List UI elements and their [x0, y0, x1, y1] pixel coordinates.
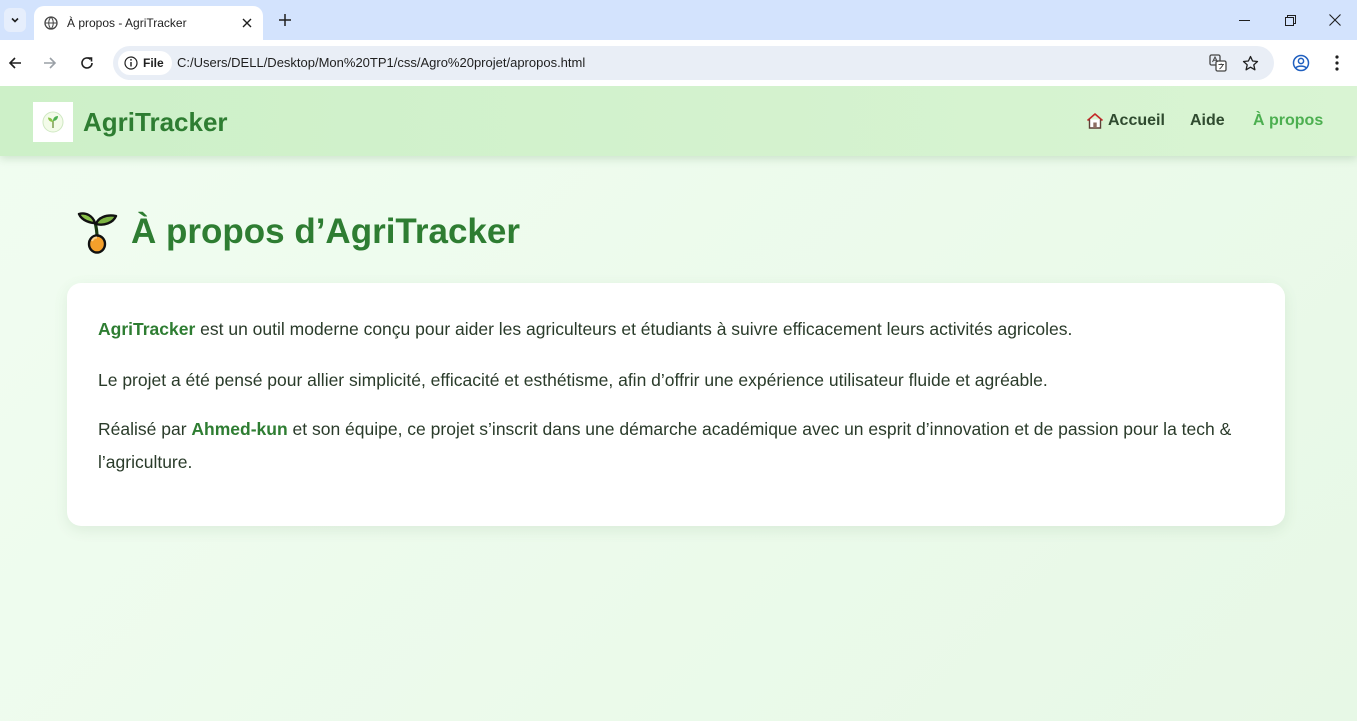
- minimize-icon: [1238, 19, 1250, 21]
- plus-icon: [279, 14, 291, 26]
- site-info-chip[interactable]: File: [118, 51, 172, 75]
- paragraph-author-prefix: Réalisé par: [98, 419, 192, 439]
- reload-button[interactable]: [75, 51, 99, 75]
- brand-highlight: AgriTracker: [98, 319, 196, 339]
- chevron-down-icon: [11, 17, 19, 23]
- browser-tab-active[interactable]: À propos - AgriTracker: [34, 6, 263, 40]
- nav-aide[interactable]: Aide: [1190, 112, 1225, 130]
- paragraph-author: Réalisé par Ahmed-kun et son équipe, ce …: [98, 413, 1258, 479]
- about-card: AgriTracker est un outil moderne conçu p…: [67, 283, 1285, 526]
- house-icon: [1086, 112, 1104, 130]
- nav-a-propos[interactable]: À propos: [1253, 112, 1323, 130]
- page-heading: À propos d’AgriTracker: [76, 210, 520, 254]
- close-icon: [1329, 14, 1341, 26]
- page-content: AgriTracker Accueil Aide À propos À prop…: [0, 86, 1357, 721]
- tab-title: À propos - AgriTracker: [67, 16, 187, 30]
- profile-icon: [1292, 54, 1310, 72]
- info-icon: [124, 56, 138, 70]
- paragraph-intro-text: est un outil moderne conçu pour aider le…: [195, 319, 1073, 339]
- browser-toolbar: File C:/Users/DELL/Desktop/Mon%20TP1/css…: [0, 40, 1357, 86]
- site-header: AgriTracker Accueil Aide À propos: [0, 86, 1357, 156]
- paragraph-concept: Le projet a été pensé pour allier simpli…: [98, 370, 1048, 390]
- reload-icon: [81, 57, 93, 69]
- new-tab-button[interactable]: [274, 9, 296, 31]
- translate-icon[interactable]: [1208, 53, 1228, 73]
- bookmark-star-icon[interactable]: [1240, 53, 1260, 73]
- profile-button[interactable]: [1289, 51, 1313, 75]
- restore-icon: [1284, 14, 1296, 26]
- site-chip-label: File: [143, 56, 164, 70]
- page-title: À propos d’AgriTracker: [131, 212, 520, 251]
- tab-search-button[interactable]: [4, 8, 26, 32]
- back-button[interactable]: [3, 51, 27, 75]
- minimize-button[interactable]: [1221, 0, 1267, 40]
- author-name: Ahmed-kun: [191, 419, 288, 439]
- browser-tab-strip: À propos - AgriTracker: [0, 0, 1357, 40]
- brand-name[interactable]: AgriTracker: [83, 107, 228, 138]
- close-window-button[interactable]: [1312, 0, 1357, 40]
- logo-leaf-icon: [42, 111, 64, 133]
- seedling-icon: [76, 210, 120, 254]
- forward-button[interactable]: [38, 51, 62, 75]
- close-tab-icon[interactable]: [239, 15, 255, 31]
- browser-menu-button[interactable]: [1325, 51, 1349, 75]
- globe-icon: [44, 16, 58, 30]
- address-bar[interactable]: File C:/Users/DELL/Desktop/Mon%20TP1/css…: [113, 46, 1274, 80]
- logo[interactable]: [33, 102, 73, 142]
- more-vertical-icon: [1335, 55, 1339, 71]
- restore-button[interactable]: [1267, 0, 1313, 40]
- nav-accueil-label: Accueil: [1108, 112, 1165, 129]
- nav-accueil[interactable]: Accueil: [1086, 112, 1165, 130]
- arrow-right-icon: [44, 57, 57, 69]
- paragraph-intro: AgriTracker est un outil moderne conçu p…: [98, 313, 1258, 346]
- arrow-left-icon: [8, 57, 21, 69]
- url-text[interactable]: C:/Users/DELL/Desktop/Mon%20TP1/css/Agro…: [177, 55, 585, 70]
